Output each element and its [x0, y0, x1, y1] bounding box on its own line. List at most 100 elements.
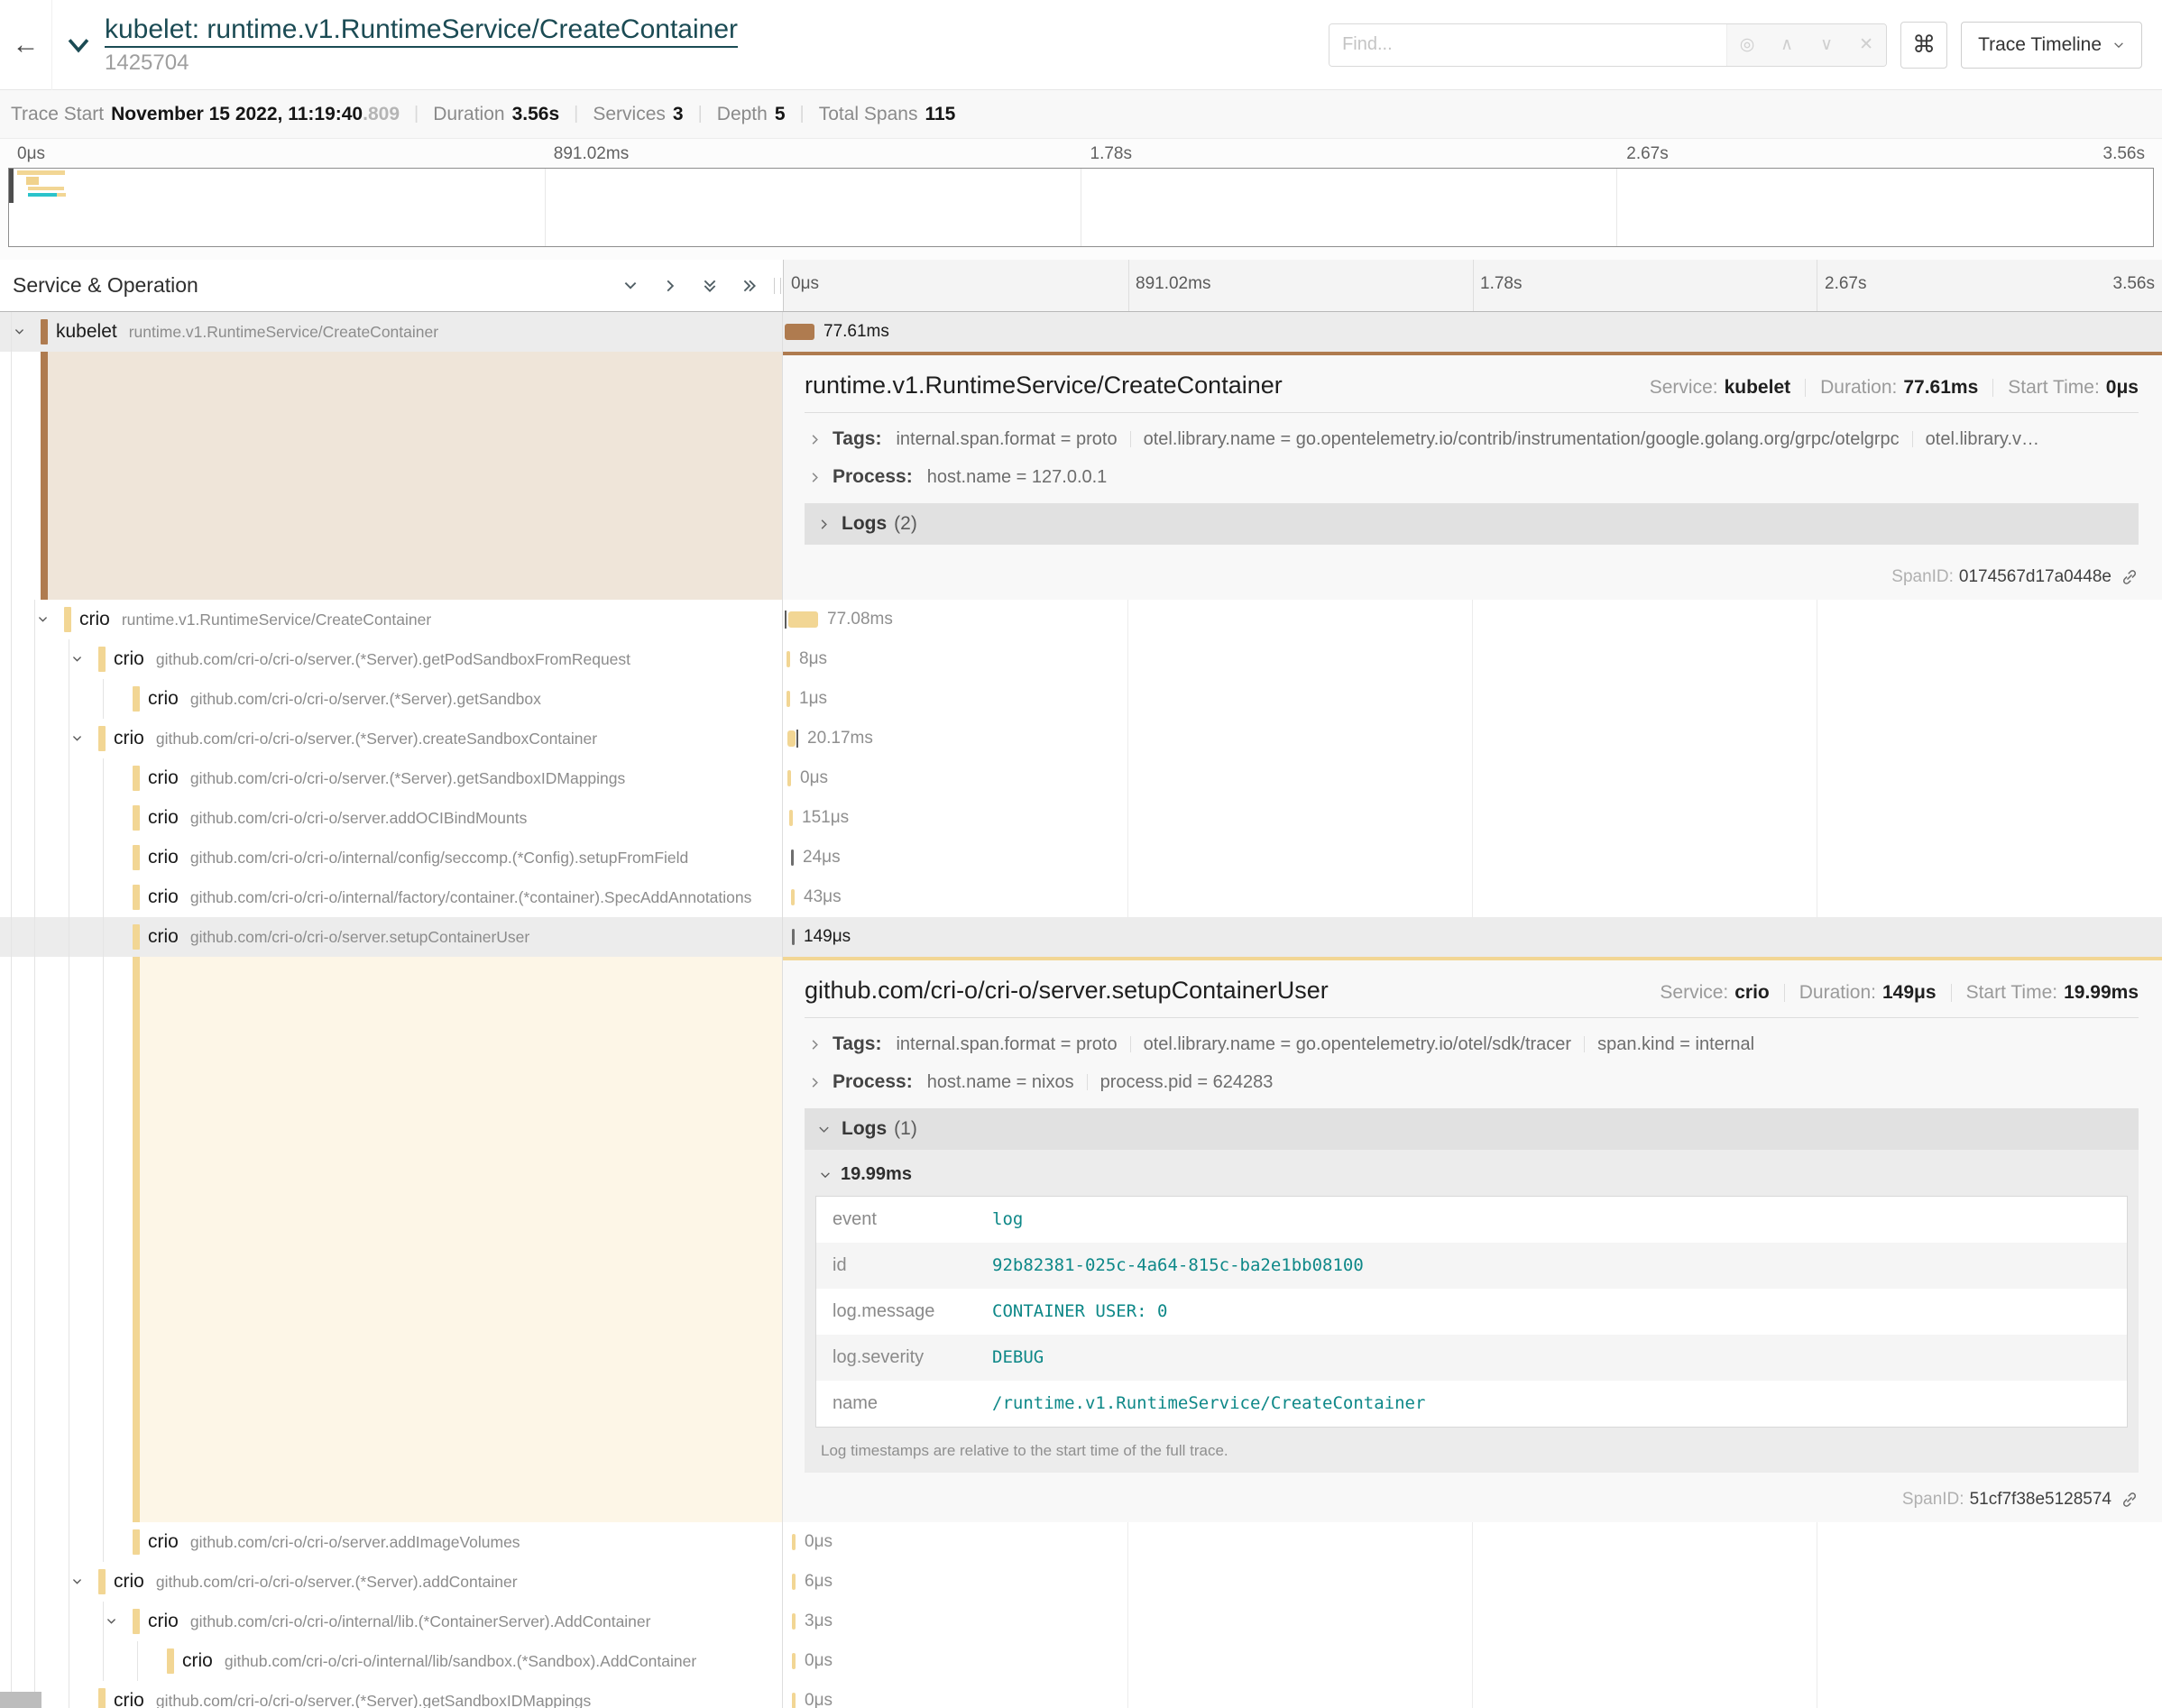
span-labels: criogithub.com/cri-o/cri-o/server.addIma… [148, 1522, 778, 1562]
span-row[interactable]: criogithub.com/cri-o/cri-o/server.(*Serv… [0, 719, 2162, 758]
span-timeline-cell[interactable]: 43μs [783, 877, 2162, 917]
span-name-cell[interactable]: criogithub.com/cri-o/cri-o/server.(*Serv… [0, 1562, 783, 1602]
span-timeline-cell[interactable]: 1μs [783, 679, 2162, 719]
span-timeline-cell[interactable]: 0μs [783, 1681, 2162, 1708]
span-row[interactable]: kubeletruntime.v1.RuntimeService/CreateC… [0, 312, 2162, 352]
row-expand-chevron[interactable] [14, 326, 25, 338]
span-duration-label: 77.08ms [827, 600, 893, 639]
span-timeline-cell[interactable]: 77.08ms [783, 600, 2162, 639]
next-match-icon[interactable]: ∨ [1807, 34, 1846, 55]
span-rows-group-c: criogithub.com/cri-o/cri-o/server.addIma… [0, 1522, 2162, 1708]
span-timeline-cell[interactable]: 151μs [783, 798, 2162, 838]
span-labels: criogithub.com/cri-o/cri-o/internal/fact… [148, 877, 778, 917]
span-row[interactable]: criogithub.com/cri-o/cri-o/server.(*Serv… [0, 758, 2162, 798]
process-accordion[interactable]: Process: host.name = 127.0.0.1 [805, 458, 2139, 496]
chevron-right-icon [808, 1038, 822, 1051]
keyboard-shortcuts-button[interactable]: ⌘ [1900, 22, 1947, 69]
summary-item-value: 115 [925, 104, 955, 125]
focus-match-icon[interactable]: ◎ [1727, 34, 1767, 55]
logs-accordion[interactable]: Logs (1) [805, 1108, 2139, 1150]
span-timeline-cell[interactable]: 77.61ms [783, 312, 2162, 352]
span-row[interactable]: criogithub.com/cri-o/cri-o/server.(*Serv… [0, 679, 2162, 719]
row-expand-chevron[interactable] [71, 1576, 83, 1588]
span-detail-row: runtime.v1.RuntimeService/CreateContaine… [0, 352, 2162, 600]
trace-title-link[interactable]: kubelet: runtime.v1.RuntimeService/Creat… [105, 14, 738, 48]
span-timeline-cell[interactable]: 6μs [783, 1562, 2162, 1602]
span-name-cell[interactable]: criogithub.com/cri-o/cri-o/internal/lib/… [0, 1641, 783, 1681]
row-expand-chevron[interactable] [106, 1616, 117, 1628]
span-name-cell[interactable]: criogithub.com/cri-o/cri-o/internal/fact… [0, 877, 783, 917]
logs-accordion[interactable]: Logs (2) [805, 503, 2139, 545]
summary-separator: | [698, 104, 703, 124]
kv-item: host.name = 127.0.0.1 [927, 467, 1108, 488]
span-row[interactable]: criogithub.com/cri-o/cri-o/server.addIma… [0, 1522, 2162, 1562]
process-accordion[interactable]: Process: host.name = nixosprocess.pid = … [805, 1063, 2139, 1101]
trace-view-select[interactable]: Trace Timeline [1961, 22, 2142, 69]
collapse-all-button[interactable] [702, 278, 718, 294]
row-expand-chevron[interactable] [71, 733, 83, 745]
kv-item: host.name = nixos [927, 1072, 1074, 1093]
tags-accordion[interactable]: Tags: internal.span.format = protootel.l… [805, 1025, 2139, 1063]
span-name-cell[interactable]: crioruntime.v1.RuntimeService/CreateCont… [0, 600, 783, 639]
span-name-cell[interactable]: criogithub.com/cri-o/cri-o/server.(*Serv… [0, 679, 783, 719]
expand-one-button[interactable] [662, 278, 678, 294]
find-input[interactable] [1329, 24, 1726, 66]
span-timeline-cell[interactable]: 3μs [783, 1602, 2162, 1641]
span-name-cell[interactable]: criogithub.com/cri-o/cri-o/server.addIma… [0, 1522, 783, 1562]
span-timeline-cell[interactable]: 0μs [783, 758, 2162, 798]
span-timeline-cell[interactable]: 24μs [783, 838, 2162, 877]
summary-item-label: Trace Start [11, 104, 104, 125]
span-name-cell[interactable]: criogithub.com/cri-o/cri-o/internal/conf… [0, 838, 783, 877]
span-name-cell[interactable]: kubeletruntime.v1.RuntimeService/CreateC… [0, 312, 783, 352]
span-id-label: SpanID: [1891, 567, 1954, 587]
span-timeline-cell[interactable]: 20.17ms [783, 719, 2162, 758]
span-row[interactable]: criogithub.com/cri-o/cri-o/internal/lib.… [0, 1602, 2162, 1641]
span-row[interactable]: criogithub.com/cri-o/cri-o/server.(*Serv… [0, 1562, 2162, 1602]
indent-guide [11, 352, 12, 600]
indent-guide [11, 1522, 12, 1562]
span-row[interactable]: criogithub.com/cri-o/cri-o/server.setupC… [0, 917, 2162, 957]
span-timeline-cell[interactable]: 0μs [783, 1641, 2162, 1681]
span-row[interactable]: crioruntime.v1.RuntimeService/CreateCont… [0, 600, 2162, 639]
span-timeline-cell[interactable]: 8μs [783, 639, 2162, 679]
span-row[interactable]: criogithub.com/cri-o/cri-o/server.(*Serv… [0, 639, 2162, 679]
span-name-cell[interactable]: criogithub.com/cri-o/cri-o/server.setupC… [0, 917, 783, 957]
column-resizer[interactable] [774, 278, 781, 294]
span-row[interactable]: criogithub.com/cri-o/cri-o/server.(*Serv… [0, 1681, 2162, 1708]
span-row[interactable]: criogithub.com/cri-o/cri-o/internal/fact… [0, 877, 2162, 917]
log-field-value: /runtime.v1.RuntimeService/CreateContain… [983, 1381, 1434, 1427]
chevron-right-icon [817, 518, 831, 531]
expand-all-button[interactable] [741, 278, 758, 294]
row-expand-chevron[interactable] [71, 654, 83, 666]
copy-link-icon[interactable] [2121, 1491, 2139, 1509]
span-duration-bar [787, 651, 790, 667]
tags-accordion[interactable]: Tags: internal.span.format = protootel.l… [805, 420, 2139, 458]
span-row[interactable]: criogithub.com/cri-o/cri-o/internal/conf… [0, 838, 2162, 877]
span-timeline-cell[interactable]: 0μs [783, 1522, 2162, 1562]
span-duration-label: 0μs [800, 758, 828, 798]
span-timeline-cell[interactable]: 149μs [783, 917, 2162, 957]
span-name-cell[interactable]: criogithub.com/cri-o/cri-o/server.(*Serv… [0, 758, 783, 798]
minimap-canvas[interactable] [8, 168, 2154, 247]
log-fields-table: eventlogid92b82381-025c-4a64-815c-ba2e1b… [815, 1196, 2128, 1428]
collapse-header-button[interactable] [52, 0, 105, 90]
service-name: crio [148, 807, 179, 829]
clear-search-icon[interactable]: ✕ [1846, 34, 1886, 55]
copy-link-icon[interactable] [2121, 568, 2139, 586]
row-expand-chevron[interactable] [37, 614, 49, 626]
span-id-value: 0174567d17a0448e [1959, 567, 2111, 587]
span-detail-head: runtime.v1.RuntimeService/CreateContaine… [805, 372, 2139, 399]
span-name-cell[interactable]: criogithub.com/cri-o/cri-o/server.(*Serv… [0, 719, 783, 758]
prev-match-icon[interactable]: ∧ [1767, 34, 1807, 55]
span-name-cell[interactable]: criogithub.com/cri-o/cri-o/server.(*Serv… [0, 1681, 783, 1708]
span-row[interactable]: criogithub.com/cri-o/cri-o/server.addOCI… [0, 798, 2162, 838]
span-name-cell[interactable]: criogithub.com/cri-o/cri-o/internal/lib.… [0, 1602, 783, 1641]
span-row[interactable]: criogithub.com/cri-o/cri-o/internal/lib/… [0, 1641, 2162, 1681]
minimap-drag-handle[interactable] [9, 169, 14, 203]
collapse-one-button[interactable] [622, 278, 639, 294]
span-name-cell[interactable]: criogithub.com/cri-o/cri-o/server.addOCI… [0, 798, 783, 838]
back-button[interactable]: ← [0, 0, 52, 90]
log-entry-accordion[interactable]: 19.99ms [815, 1153, 2128, 1196]
chevron-down-icon [71, 654, 83, 666]
span-name-cell[interactable]: criogithub.com/cri-o/cri-o/server.(*Serv… [0, 639, 783, 679]
